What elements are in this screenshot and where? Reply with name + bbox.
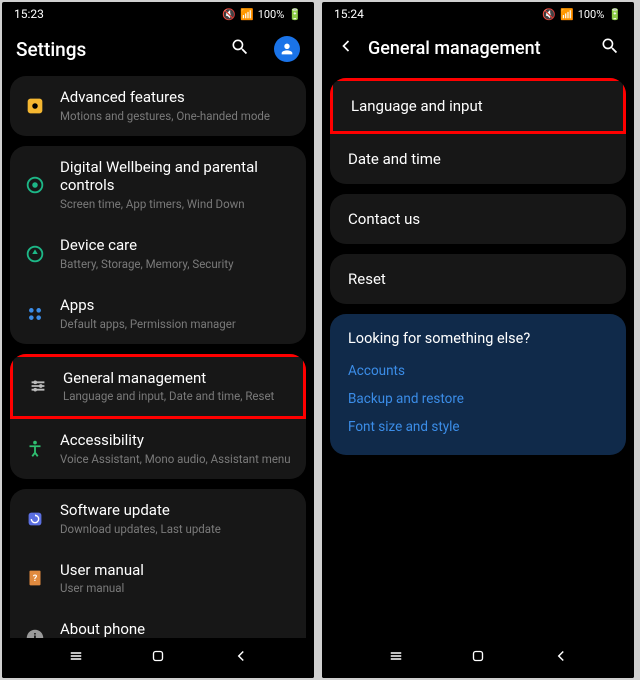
settings-item-about[interactable]: iAbout phoneStatus, Legal information, P… <box>10 608 306 638</box>
advanced-icon <box>24 95 46 117</box>
settings-item-wellbeing[interactable]: Digital Wellbeing and parental controlsS… <box>10 146 306 224</box>
devicecare-icon <box>24 243 46 265</box>
home-button[interactable] <box>469 647 487 669</box>
item-subtitle: Voice Assistant, Mono audio, Assistant m… <box>60 452 292 467</box>
settings-item-accessibility[interactable]: Accessibility Voice Assistant, Mono audio… <box>10 419 306 479</box>
item-title: Advanced features <box>60 88 292 107</box>
gm-list: Language and inputDate and time Contact u… <box>322 74 634 638</box>
battery-icon: 🔋 <box>288 8 302 21</box>
item-title: Digital Wellbeing and parental controls <box>60 158 292 196</box>
search-icon[interactable] <box>230 37 250 61</box>
manual-icon: ? <box>24 567 46 589</box>
item-title: User manual <box>60 561 292 580</box>
page-title: General management <box>368 38 588 59</box>
header: General management <box>322 26 634 74</box>
account-avatar[interactable] <box>274 36 300 62</box>
general-management-screen: 15:24 🔇 📶 100% 🔋 General management Lang… <box>322 2 634 678</box>
item-title: General management <box>63 369 289 388</box>
settings-group: General managementLanguage and input, Da… <box>10 354 306 479</box>
item-subtitle: Screen time, App timers, Wind Down <box>60 197 292 212</box>
home-button[interactable] <box>149 647 167 669</box>
suggest-link[interactable]: Backup and restore <box>348 385 608 413</box>
status-time: 15:23 <box>14 7 44 21</box>
item-subtitle: Language and input, Date and time, Reset <box>63 389 289 404</box>
back-button[interactable] <box>552 647 570 669</box>
item-subtitle: Download updates, Last update <box>60 522 292 537</box>
svg-text:?: ? <box>33 574 38 584</box>
nav-bar <box>322 638 634 678</box>
battery-text: 100% <box>258 8 285 21</box>
settings-list: Advanced features Motions and gestures, O… <box>2 76 314 638</box>
settings-group: Advanced features Motions and gestures, O… <box>10 76 306 136</box>
item-subtitle: Default apps, Permission manager <box>60 317 292 332</box>
status-bar: 15:24 🔇 📶 100% 🔋 <box>322 2 634 26</box>
battery-text: 100% <box>578 8 605 21</box>
item-title: Software update <box>60 501 292 520</box>
item-title: Apps <box>60 296 292 315</box>
gm-group: Language and inputDate and time <box>330 78 626 184</box>
about-icon: i <box>24 627 46 638</box>
item-title: Accessibility <box>60 431 292 450</box>
gm-item[interactable]: Reset <box>330 254 626 304</box>
settings-item-update[interactable]: Software update Download updates, Last up… <box>10 489 306 549</box>
settings-item-general[interactable]: General managementLanguage and input, Da… <box>10 354 306 420</box>
search-icon[interactable] <box>600 36 620 60</box>
recents-button[interactable] <box>387 647 405 669</box>
page-title: Settings <box>16 38 218 61</box>
item-title: Device care <box>60 236 292 255</box>
accessibility-icon <box>24 438 46 460</box>
status-icons: 🔇 📶 100% 🔋 <box>222 8 302 21</box>
gm-item[interactable]: Date and time <box>330 134 626 184</box>
looking-for-title: Looking for something else? <box>348 330 608 347</box>
gm-item[interactable]: Language and input <box>330 78 626 134</box>
battery-icon: 🔋 <box>608 8 622 21</box>
svg-text:i: i <box>34 632 37 638</box>
settings-item-advanced[interactable]: Advanced features Motions and gestures, O… <box>10 76 306 136</box>
mute-icon: 🔇 <box>222 8 236 21</box>
settings-item-devicecare[interactable]: Device care Battery, Storage, Memory, Sec… <box>10 224 306 284</box>
settings-group: Software update Download updates, Last up… <box>10 489 306 638</box>
apps-icon <box>24 303 46 325</box>
settings-item-manual[interactable]: ? User manualUser manual <box>10 549 306 609</box>
back-button[interactable] <box>232 647 250 669</box>
general-icon <box>27 375 49 397</box>
settings-screen: 15:23 🔇 📶 100% 🔋 Settings Advanced featu… <box>2 2 314 678</box>
recents-button[interactable] <box>67 647 85 669</box>
settings-group: Digital Wellbeing and parental controlsS… <box>10 146 306 344</box>
looking-for-card: Looking for something else? AccountsBacku… <box>330 314 626 455</box>
signal-icon: 📶 <box>240 8 254 21</box>
status-bar: 15:23 🔇 📶 100% 🔋 <box>2 2 314 26</box>
signal-icon: 📶 <box>560 8 574 21</box>
header: Settings <box>2 26 314 76</box>
mute-icon: 🔇 <box>542 8 556 21</box>
update-icon <box>24 508 46 530</box>
item-subtitle: User manual <box>60 581 292 596</box>
item-title: About phone <box>60 620 292 638</box>
settings-item-apps[interactable]: Apps Default apps, Permission manager <box>10 284 306 344</box>
suggest-link[interactable]: Font size and style <box>348 413 608 441</box>
wellbeing-icon <box>24 174 46 196</box>
gm-item[interactable]: Contact us <box>330 194 626 244</box>
suggest-link[interactable]: Accounts <box>348 357 608 385</box>
back-icon[interactable] <box>336 36 356 60</box>
item-subtitle: Motions and gestures, One-handed mode <box>60 109 292 124</box>
nav-bar <box>2 638 314 678</box>
item-subtitle: Battery, Storage, Memory, Security <box>60 257 292 272</box>
status-icons: 🔇 📶 100% 🔋 <box>542 8 622 21</box>
status-time: 15:24 <box>334 7 364 21</box>
